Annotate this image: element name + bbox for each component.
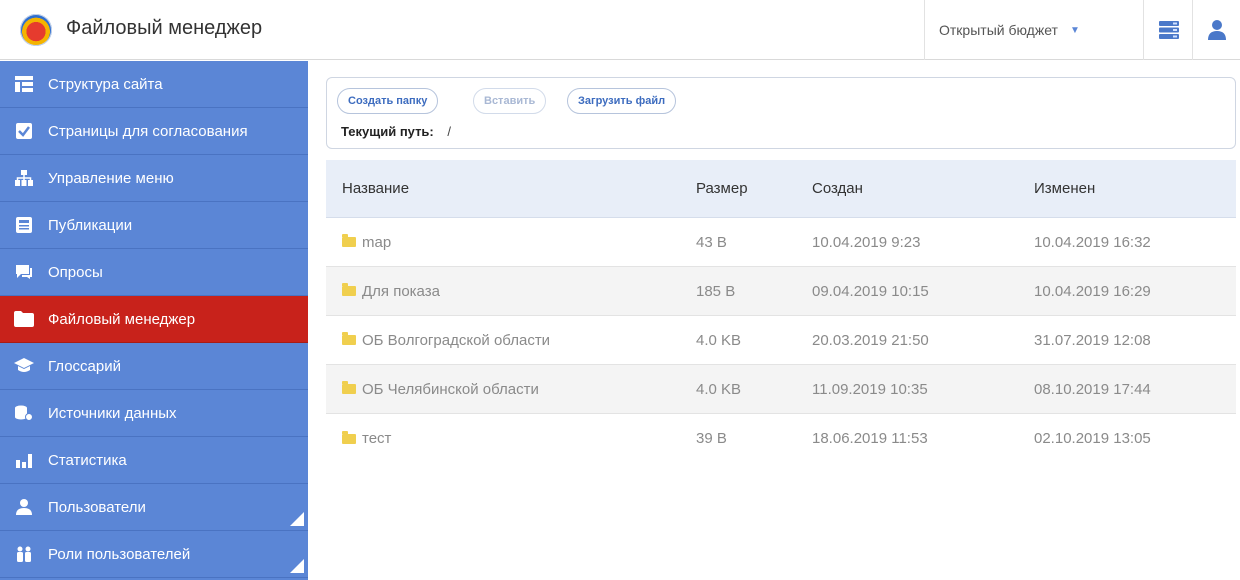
table-row[interactable]: map 43 B 10.04.2019 9:23 10.04.2019 16:3… xyxy=(326,218,1236,267)
budget-selector[interactable]: Открытый бюджет ▼ xyxy=(924,0,1144,60)
sidebar-item-label: Страницы для согласования xyxy=(48,122,248,140)
files-table: Название Размер Создан Изменен map 43 B … xyxy=(326,160,1236,463)
paste-button[interactable]: Вставить xyxy=(473,88,547,114)
current-path-value: / xyxy=(447,124,452,139)
sidebar-item-label: Публикации xyxy=(48,216,133,234)
user-icon xyxy=(1208,20,1226,40)
column-header-name[interactable]: Название xyxy=(326,180,680,197)
file-size: 39 B xyxy=(696,430,727,447)
folder-icon xyxy=(342,381,356,394)
table-row[interactable]: ОБ Волгоградской области 4.0 KB 20.03.20… xyxy=(326,316,1236,365)
column-header-size[interactable]: Размер xyxy=(680,180,796,197)
file-size: 185 B xyxy=(696,282,736,300)
sidebar-item-label: Пользователи xyxy=(48,498,146,516)
sidebar-item-user-roles[interactable]: Роли пользователей xyxy=(0,531,308,578)
file-created: 20.03.2019 21:50 xyxy=(812,331,929,349)
site-structure-icon xyxy=(14,75,34,93)
file-size: 4.0 KB xyxy=(696,380,742,398)
sidebar-item-file-manager[interactable]: Файловый менеджер xyxy=(0,296,308,343)
table-header: Название Размер Создан Изменен xyxy=(326,160,1236,218)
folder-icon xyxy=(14,310,34,328)
chat-icon xyxy=(14,263,34,281)
folder-icon xyxy=(342,430,356,444)
top-header: Файловый менеджер Открытый бюджет ▼ xyxy=(0,0,1240,60)
sidebar-item-label: Роли пользователей xyxy=(48,545,191,563)
sidebar-item-publications[interactable]: Публикации xyxy=(0,202,308,249)
expand-triangle-icon[interactable] xyxy=(290,559,304,573)
bar-chart-icon xyxy=(14,451,34,469)
servers-button[interactable] xyxy=(1145,0,1193,60)
sidebar-item-label: Управление меню xyxy=(48,169,174,187)
file-toolbar: Создать папку Вставить Загрузить файл Те… xyxy=(326,77,1236,149)
table-row[interactable]: тест 39 B 18.06.2019 11:53 02.10.2019 13… xyxy=(326,414,1236,463)
sidebar-item-polls[interactable]: Опросы xyxy=(0,249,308,296)
sidebar-item-glossary[interactable]: Глоссарий xyxy=(0,343,308,390)
file-name[interactable]: тест xyxy=(362,430,391,447)
file-modified: 02.10.2019 13:05 xyxy=(1034,430,1151,447)
sidebar-item-statistics[interactable]: Статистика xyxy=(0,437,308,484)
sidebar-item-menu-management[interactable]: Управление меню xyxy=(0,155,308,202)
database-icon xyxy=(14,404,34,422)
file-created: 09.04.2019 10:15 xyxy=(812,282,929,300)
sidebar-nav: Структура сайта Страницы для согласовани… xyxy=(0,61,308,580)
graduation-cap-icon xyxy=(14,357,34,375)
table-row[interactable]: Для показа 185 B 09.04.2019 10:15 10.04.… xyxy=(326,267,1236,316)
expand-triangle-icon[interactable] xyxy=(290,512,304,526)
file-created: 10.04.2019 9:23 xyxy=(812,233,921,251)
file-modified: 08.10.2019 17:44 xyxy=(1034,380,1151,398)
file-name[interactable]: ОБ Волгоградской области xyxy=(362,332,550,349)
sidebar-item-approval-pages[interactable]: Страницы для согласования xyxy=(0,108,308,155)
table-row[interactable]: ОБ Челябинской области 4.0 KB 11.09.2019… xyxy=(326,365,1236,414)
sidebar-item-data-sources[interactable]: Источники данных xyxy=(0,390,308,437)
sidebar-item-label: Файловый менеджер xyxy=(48,310,196,328)
sidebar-item-label: Опросы xyxy=(48,263,103,281)
file-size: 4.0 KB xyxy=(696,331,742,349)
page-title: Файловый менеджер xyxy=(66,17,263,39)
file-modified: 31.07.2019 12:08 xyxy=(1034,331,1151,349)
sidebar-item-label: Глоссарий xyxy=(48,357,121,375)
file-created: 11.09.2019 10:35 xyxy=(812,380,928,398)
upload-file-button[interactable]: Загрузить файл xyxy=(567,88,677,114)
server-stack-icon xyxy=(1158,21,1179,39)
user-menu-button[interactable] xyxy=(1194,0,1240,60)
file-name[interactable]: Для показа xyxy=(362,283,440,300)
file-name[interactable]: map xyxy=(362,234,391,251)
app-logo-icon xyxy=(20,14,52,46)
sitemap-icon xyxy=(14,169,34,187)
user-icon xyxy=(14,498,34,516)
column-header-created[interactable]: Создан xyxy=(796,180,1018,197)
chevron-down-icon: ▼ xyxy=(1069,24,1080,36)
folder-icon xyxy=(342,234,356,247)
file-created: 18.06.2019 11:53 xyxy=(812,430,928,447)
checkbox-icon xyxy=(14,122,34,140)
folder-icon xyxy=(342,283,356,296)
sidebar-item-users[interactable]: Пользователи xyxy=(0,484,308,531)
sidebar-item-label: Источники данных xyxy=(48,404,177,422)
folder-icon xyxy=(342,332,356,345)
sidebar-item-site-structure[interactable]: Структура сайта xyxy=(0,61,308,108)
sidebar-item-label: Статистика xyxy=(48,451,127,469)
file-size: 43 B xyxy=(696,233,727,251)
current-path-label: Текущий путь: xyxy=(341,124,434,139)
sidebar-item-label: Структура сайта xyxy=(48,75,163,93)
file-modified: 10.04.2019 16:29 xyxy=(1034,282,1151,300)
newspaper-icon xyxy=(14,216,34,234)
users-icon xyxy=(14,545,34,563)
current-path: Текущий путь: / xyxy=(341,124,451,139)
create-folder-button[interactable]: Создать папку xyxy=(337,88,439,114)
file-name[interactable]: ОБ Челябинской области xyxy=(362,381,539,398)
file-modified: 10.04.2019 16:32 xyxy=(1034,233,1151,251)
column-header-modified[interactable]: Изменен xyxy=(1018,180,1236,197)
budget-label: Открытый бюджет xyxy=(939,22,1058,38)
